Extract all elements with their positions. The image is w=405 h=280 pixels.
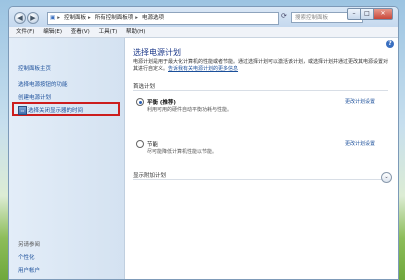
page-description: 电源计划是用于最大化计算机的性能或者节能。通过选择计划可以激活该计划，或选择计划…: [133, 59, 388, 73]
plan-description: 利用可用的硬件自动平衡功耗与性能。: [147, 107, 233, 113]
menu-view[interactable]: 查看(V): [71, 29, 90, 35]
see-also-heading: 另请参阅: [18, 242, 41, 248]
description-link[interactable]: 告诉我有关电源计划的更多信息: [168, 66, 238, 72]
extra-plans-heading[interactable]: 显示附加计划: [133, 171, 166, 179]
watermark-sub: jingyan.baidu.com: [310, 268, 383, 276]
breadcrumb-item[interactable]: 控制面板: [64, 15, 86, 21]
plan-name: 平衡 (推荐): [147, 100, 176, 106]
menu-help[interactable]: 帮助(H): [126, 29, 145, 35]
refresh-icon[interactable]: ⟳: [281, 12, 287, 20]
maximize-button[interactable]: □: [360, 8, 374, 20]
sidebar-link-personalize[interactable]: 个性化: [18, 253, 35, 261]
menu-bar: 文件(F) 编辑(E) 查看(V) 工具(T) 帮助(H): [9, 27, 398, 38]
change-plan-settings-link[interactable]: 更改计划设置: [345, 98, 375, 105]
menu-file[interactable]: 文件(F): [16, 29, 34, 35]
chevron-down-icon[interactable]: ⌄: [381, 172, 392, 183]
help-icon[interactable]: ?: [386, 40, 394, 48]
forward-arrow-icon[interactable]: ▶: [27, 12, 39, 24]
address-row: ◀ ▶ ▣▸控制面板▸所有控制面板项▸电源选项 ⟳ 搜索控制面板 ⌕ – □ ✕: [9, 7, 398, 27]
sidebar-link-display-off[interactable]: 选择关闭显示器的时间: [28, 106, 83, 114]
page-title: 选择电源计划: [133, 48, 181, 57]
sidebar: 控制面板主页 选择电源按钮的功能 创建电源计划 ▭ 选择关闭显示器的时间 另请参…: [9, 38, 125, 279]
monitor-icon: ▭: [18, 106, 27, 115]
minimize-button[interactable]: –: [347, 8, 361, 20]
sidebar-link-power-buttons[interactable]: 选择电源按钮的功能: [18, 80, 68, 88]
section-divider: [133, 90, 388, 91]
extra-plans-divider: [133, 179, 384, 180]
control-panel-icon: ▣: [50, 15, 56, 21]
breadcrumb-item[interactable]: 电源选项: [142, 15, 164, 21]
back-arrow-icon[interactable]: ◀: [14, 12, 26, 24]
breadcrumb-chevron-icon: ▸: [135, 15, 139, 21]
plan-name: 节能: [147, 142, 159, 148]
plan-radio-balanced[interactable]: [136, 98, 144, 106]
watermark-logo: Bai 经验 jingyan.baidu.com: [300, 243, 383, 276]
breadcrumb-chevron-icon: ▸: [87, 15, 91, 21]
menu-edit[interactable]: 编辑(E): [43, 29, 62, 35]
sidebar-link-home[interactable]: 控制面板主页: [18, 64, 51, 72]
breadcrumb-chevron-icon: ▸: [57, 15, 60, 21]
sidebar-link-create-plan[interactable]: 创建电源计划: [18, 93, 51, 101]
section-title: 首选计划: [133, 84, 156, 90]
address-bar[interactable]: ▣ ▸ 控制面板 ▸ 所有控制面板项 ▸ 电源选项: [47, 12, 279, 25]
search-placeholder: 搜索控制面板: [295, 15, 329, 21]
change-plan-settings-link[interactable]: 更改计划设置: [345, 140, 375, 147]
close-button[interactable]: ✕: [373, 8, 393, 20]
control-panel-window: ◀ ▶ ▣▸控制面板▸所有控制面板项▸电源选项 ⟳ 搜索控制面板 ⌕ – □ ✕…: [8, 6, 399, 280]
highlight-box: ▭ 选择关闭显示器的时间: [12, 102, 120, 116]
breadcrumb-item[interactable]: 所有控制面板项: [95, 15, 134, 21]
sidebar-link-user-accounts[interactable]: 用户帐户: [18, 266, 40, 274]
menu-tools[interactable]: 工具(T): [99, 29, 118, 35]
plan-description: 尽可能降低计算机性能以节能。: [147, 149, 218, 155]
plan-radio-power-saver[interactable]: [136, 140, 144, 148]
